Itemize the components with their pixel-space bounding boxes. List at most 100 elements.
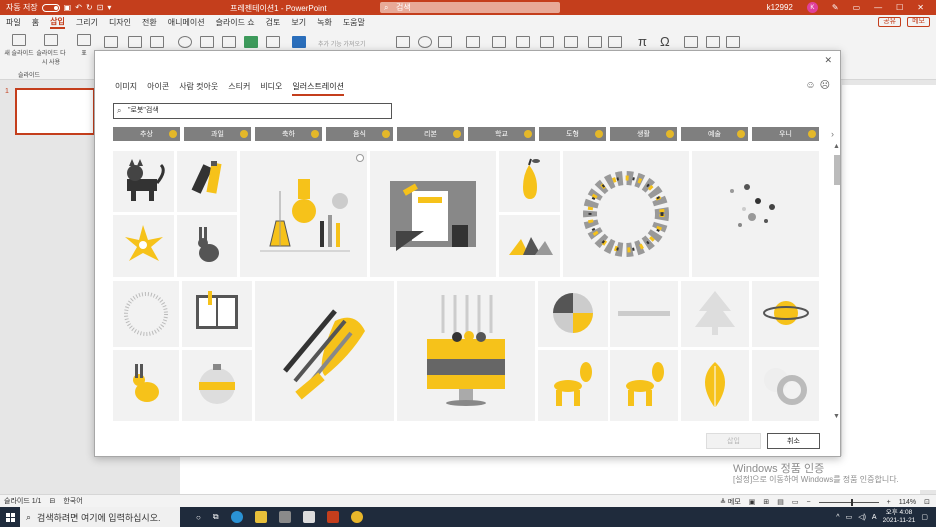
wordart-button[interactable] bbox=[540, 36, 554, 50]
frown-icon[interactable]: ☹ bbox=[820, 80, 830, 91]
store-button[interactable] bbox=[292, 36, 306, 50]
ribbon-display-icon[interactable]: ▭ bbox=[853, 3, 861, 12]
addins-button[interactable]: 추가 기능 가져오기 bbox=[318, 39, 366, 48]
illustration-brush-stroke[interactable] bbox=[610, 281, 678, 347]
illustration-geometric[interactable] bbox=[499, 215, 560, 277]
zoom-in-icon[interactable]: + bbox=[887, 499, 891, 506]
tab-slideshow[interactable]: 슬라이드 쇼 bbox=[216, 17, 255, 28]
insert-button[interactable]: 삽입 bbox=[706, 433, 761, 449]
category-school[interactable]: 학교 bbox=[468, 127, 535, 141]
illustration-rings[interactable] bbox=[752, 350, 819, 421]
link-button[interactable] bbox=[396, 36, 410, 50]
clock[interactable]: 오후 4:08 2021-11-21 bbox=[883, 509, 916, 525]
illustration-leaf[interactable] bbox=[681, 350, 749, 421]
present-icon[interactable]: ⊡ bbox=[97, 3, 104, 12]
illustration-flower[interactable] bbox=[113, 215, 174, 277]
chrome-icon[interactable] bbox=[350, 511, 363, 523]
audio-button[interactable] bbox=[706, 36, 720, 50]
file-explorer-icon[interactable] bbox=[254, 511, 267, 523]
equation-button[interactable]: π bbox=[638, 34, 647, 49]
new-slide-button[interactable]: 새 슬라이드 bbox=[4, 34, 34, 57]
slide-thumbnail[interactable] bbox=[15, 88, 95, 135]
illustration-ornament[interactable] bbox=[182, 350, 252, 421]
ime-indicator[interactable]: A bbox=[872, 514, 877, 521]
illustration-rabbit[interactable] bbox=[177, 215, 237, 277]
illustration-paint-tubes[interactable] bbox=[177, 151, 237, 212]
screenshot-button[interactable] bbox=[128, 36, 142, 50]
tab-cutout-people[interactable]: 사람 컷아웃 bbox=[179, 81, 218, 96]
volume-icon[interactable]: ◁) bbox=[858, 513, 866, 521]
slide-sorter-icon[interactable]: ⊞ bbox=[763, 498, 769, 506]
undo-icon[interactable]: ↶ bbox=[75, 3, 82, 12]
comments-button[interactable]: 메모 bbox=[907, 17, 930, 27]
tray-chevron-icon[interactable]: ^ bbox=[836, 514, 839, 521]
cortana-icon[interactable]: ○ bbox=[196, 513, 201, 522]
tab-images[interactable]: 이미지 bbox=[115, 81, 137, 96]
tab-help[interactable]: 도움말 bbox=[343, 17, 365, 28]
photo-album-button[interactable] bbox=[150, 36, 164, 50]
scroll-down-icon[interactable]: ▼ bbox=[833, 413, 840, 420]
scroll-thumb[interactable] bbox=[834, 155, 840, 185]
illustration-balloon-dog-2[interactable] bbox=[610, 350, 678, 421]
maximize-icon[interactable]: ☐ bbox=[896, 3, 903, 12]
notes-button[interactable]: ≜ 메모 bbox=[720, 497, 741, 507]
object-button[interactable] bbox=[608, 36, 622, 50]
fit-to-window-icon[interactable]: ⊡ bbox=[924, 498, 930, 506]
illustration-dot-sphere[interactable] bbox=[113, 281, 179, 347]
slideshow-icon[interactable]: ▭ bbox=[792, 498, 799, 506]
category-fruit[interactable]: 과일 bbox=[184, 127, 251, 141]
action-button[interactable] bbox=[418, 36, 432, 50]
chevron-right-icon[interactable]: › bbox=[831, 129, 834, 139]
category-celebration[interactable]: 축하 bbox=[255, 127, 322, 141]
category-abstract[interactable]: 추상 bbox=[113, 127, 180, 141]
save-icon[interactable]: ▣ bbox=[64, 3, 72, 12]
store-icon[interactable] bbox=[278, 511, 291, 523]
screen-recording-button[interactable] bbox=[726, 36, 740, 50]
illustration-lab[interactable] bbox=[240, 151, 367, 277]
reading-view-icon[interactable]: ▤ bbox=[777, 498, 784, 506]
illustration-cake[interactable] bbox=[397, 281, 535, 421]
category-ribbon[interactable]: 리본 bbox=[397, 127, 464, 141]
avatar[interactable]: K bbox=[806, 2, 818, 13]
grid-scrollbar[interactable]: ▲ ▼ bbox=[833, 143, 840, 423]
task-view-icon[interactable]: ⧉ bbox=[213, 512, 219, 522]
language-indicator[interactable]: 한국어 bbox=[63, 496, 82, 506]
illustration-pear[interactable] bbox=[499, 151, 560, 212]
comment-button[interactable] bbox=[466, 36, 480, 50]
tab-draw[interactable]: 그리기 bbox=[76, 17, 98, 28]
customize-icon[interactable]: ▾ bbox=[107, 3, 111, 12]
redo-icon[interactable]: ↻ bbox=[86, 3, 93, 12]
category-life[interactable]: 생활 bbox=[610, 127, 677, 141]
header-footer-button[interactable] bbox=[516, 36, 530, 50]
slide-number-button[interactable] bbox=[588, 36, 602, 50]
scroll-up-icon[interactable]: ▲ bbox=[833, 143, 840, 150]
textbox-button[interactable] bbox=[492, 36, 506, 50]
user-name[interactable]: k12992 bbox=[767, 3, 793, 12]
tab-illustrations[interactable]: 일러스트레이션 bbox=[292, 81, 344, 96]
smile-icon[interactable]: ☺ bbox=[805, 80, 815, 91]
tab-home[interactable]: 홈 bbox=[32, 17, 39, 28]
minimize-icon[interactable]: — bbox=[874, 3, 882, 12]
tab-view[interactable]: 보기 bbox=[291, 17, 306, 28]
accessibility-icon[interactable]: ⊟ bbox=[49, 497, 55, 505]
category-shapes[interactable]: 도형 bbox=[539, 127, 606, 141]
category-art[interactable]: 예술 bbox=[681, 127, 748, 141]
network-icon[interactable]: ▭ bbox=[846, 513, 853, 521]
illustration-balloon-dog[interactable] bbox=[538, 350, 608, 421]
tab-icons[interactable]: 아이콘 bbox=[147, 81, 169, 96]
tab-videos[interactable]: 비디오 bbox=[260, 81, 282, 96]
3d-models-button[interactable] bbox=[222, 36, 236, 50]
illustration-rabbit-yellow[interactable] bbox=[113, 350, 179, 421]
close-icon[interactable]: ✕ bbox=[824, 55, 832, 66]
illustration-desk[interactable] bbox=[370, 151, 496, 277]
illustration-dots[interactable] bbox=[692, 151, 819, 277]
table-button[interactable]: 표 bbox=[76, 34, 92, 57]
reuse-slide-button[interactable]: 슬라이드 다시 사용 bbox=[36, 34, 66, 66]
tab-insert[interactable]: 삽입 bbox=[50, 16, 65, 29]
pen-icon[interactable]: ✎ bbox=[832, 3, 839, 12]
tab-record[interactable]: 녹화 bbox=[317, 17, 332, 28]
date-time-button[interactable] bbox=[564, 36, 578, 50]
illustration-planet[interactable] bbox=[752, 281, 819, 347]
shapes-button[interactable] bbox=[178, 36, 192, 50]
picture-button[interactable] bbox=[104, 36, 118, 50]
